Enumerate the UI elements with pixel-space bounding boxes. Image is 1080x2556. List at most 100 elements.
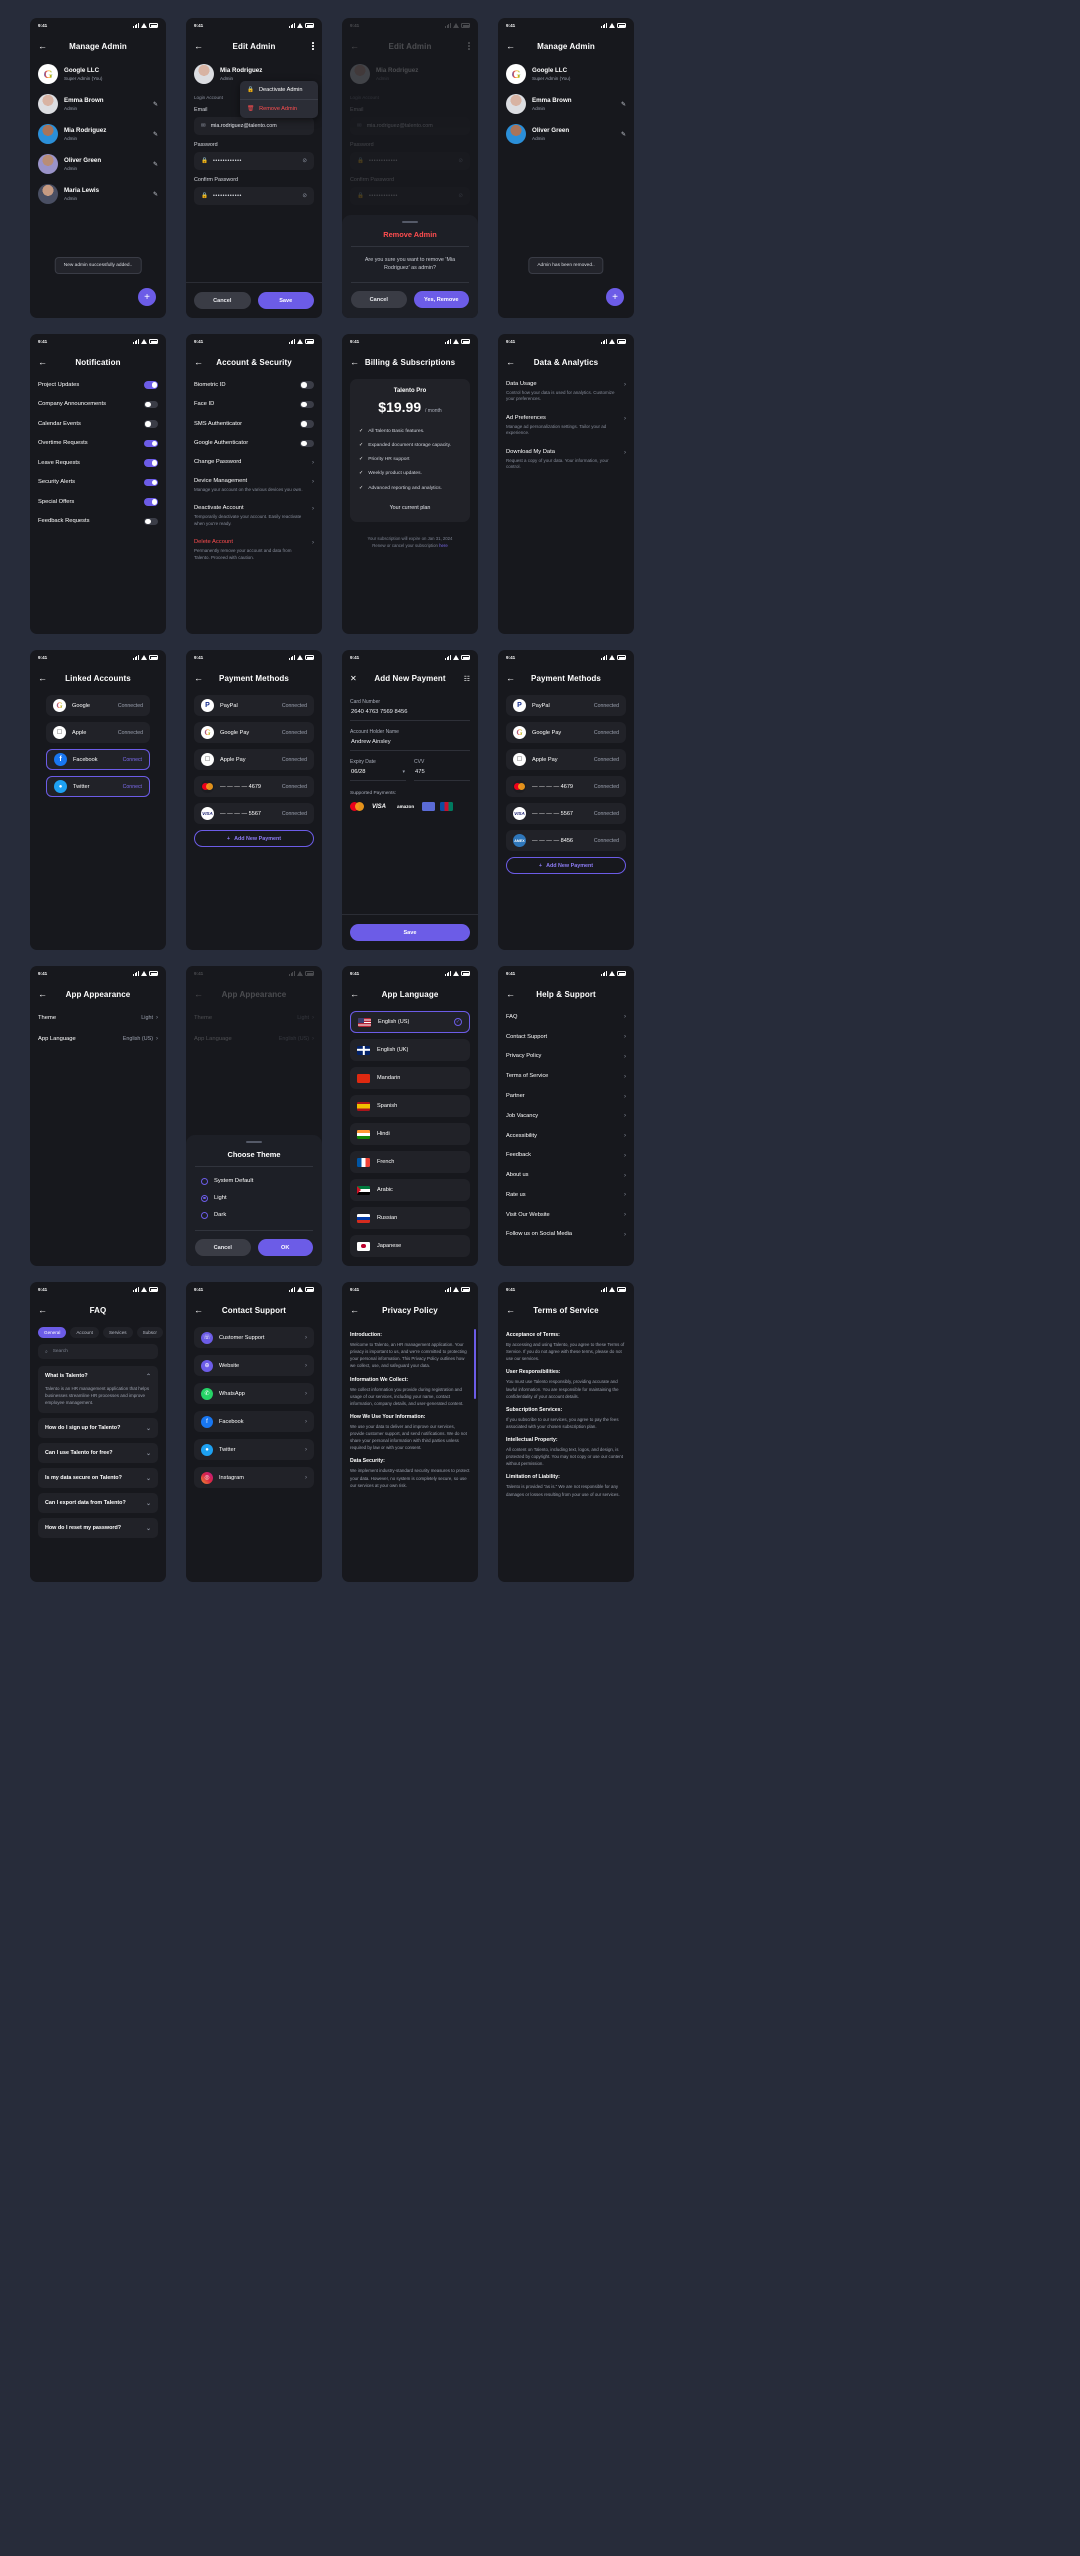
chevron-down-icon[interactable]: ⌄: [146, 1450, 151, 1457]
connection-state[interactable]: Connect: [123, 784, 142, 790]
admin-list-item[interactable]: Mia Rodriguez Admin ✎: [30, 119, 166, 149]
add-admin-fab[interactable]: +: [606, 288, 624, 306]
theme-option[interactable]: System Default: [199, 1173, 309, 1190]
payment-method-row[interactable]: — — — — 4679 Connected: [194, 776, 314, 797]
payment-method-row[interactable]: P PayPal Connected: [506, 695, 626, 716]
language-row[interactable]: Japanese: [350, 1235, 470, 1257]
support-row[interactable]: Visit Our Website ›: [498, 1205, 634, 1225]
language-row[interactable]: App Language English (US) ›: [30, 1028, 166, 1049]
linked-account-row[interactable]: f Facebook Connect: [46, 749, 150, 770]
faq-item[interactable]: Is my data secure on Talento? ⌄: [38, 1467, 158, 1488]
holder-name-input[interactable]: Andrew Ainsley: [350, 739, 470, 751]
language-row[interactable]: Arabic: [350, 1179, 470, 1201]
payment-method-row[interactable]: G Google Pay Connected: [506, 722, 626, 743]
notification-row[interactable]: Leave Requests: [30, 453, 166, 473]
save-button[interactable]: Save: [350, 924, 470, 941]
payment-method-row[interactable]: AMEX — — — — 8456 Connected: [506, 830, 626, 851]
faq-item[interactable]: Can I export data from Talento? ⌄: [38, 1492, 158, 1513]
notification-row[interactable]: Overtime Requests: [30, 434, 166, 454]
faq-item[interactable]: Can I use Talento for free? ⌄: [38, 1442, 158, 1463]
faq-category-chip[interactable]: General: [38, 1327, 67, 1338]
support-row[interactable]: Accessibility ›: [498, 1126, 634, 1146]
back-button[interactable]: ←: [38, 989, 47, 999]
toggle-switch[interactable]: [144, 400, 158, 408]
support-row[interactable]: FAQ ›: [498, 1007, 634, 1027]
chevron-down-icon[interactable]: ⌄: [146, 1500, 151, 1507]
admin-list-item[interactable]: Maria Lewis Admin ✎: [30, 179, 166, 209]
add-admin-fab[interactable]: +: [138, 288, 156, 306]
save-button[interactable]: Save: [257, 292, 314, 309]
edit-icon[interactable]: ✎: [621, 101, 626, 108]
language-row[interactable]: Mandarin: [350, 1067, 470, 1089]
support-row[interactable]: Contact Support ›: [498, 1027, 634, 1047]
language-row[interactable]: Spanish: [350, 1095, 470, 1117]
back-button[interactable]: ←: [194, 1305, 203, 1315]
faq-category-chip[interactable]: Services: [102, 1327, 133, 1338]
radio-button[interactable]: [201, 1194, 208, 1202]
confirm-password-field[interactable]: 🔒 •••••••••••• ⊘: [194, 187, 314, 205]
remove-admin-item[interactable]: 🗑 Remove Admin: [240, 99, 318, 118]
deactivate-admin-item[interactable]: 🔒 Deactivate Admin: [240, 81, 318, 99]
admin-list-item[interactable]: G Google LLC Super Admin (You): [498, 59, 634, 89]
support-row[interactable]: Privacy Policy ›: [498, 1047, 634, 1067]
back-button[interactable]: ←: [194, 989, 203, 999]
security-toggle-row[interactable]: Google Authenticator: [186, 434, 322, 454]
payment-method-row[interactable]: — — — — 4679 Connected: [506, 776, 626, 797]
toggle-switch[interactable]: [144, 478, 158, 486]
support-row[interactable]: About us ›: [498, 1165, 634, 1185]
connection-state[interactable]: Connected: [118, 703, 143, 709]
admin-list-item[interactable]: Oliver Green Admin ✎: [30, 149, 166, 179]
edit-icon[interactable]: ✎: [153, 161, 158, 168]
close-button[interactable]: ✕: [350, 674, 357, 683]
cancel-button[interactable]: Cancel: [195, 1239, 251, 1256]
faq-category-chip[interactable]: Subscr: [136, 1327, 163, 1338]
password-field[interactable]: 🔒 •••••••••••• ⊘: [194, 152, 314, 170]
drag-handle[interactable]: [246, 1141, 262, 1143]
linked-account-row[interactable]: G Google Connected: [46, 695, 150, 716]
scan-card-icon[interactable]: ☷: [464, 676, 470, 683]
support-row[interactable]: Partner ›: [498, 1086, 634, 1106]
contact-row[interactable]: ◎ Instagram ›: [194, 1467, 314, 1488]
toggle-password-visibility[interactable]: ⊘: [302, 193, 307, 199]
payment-method-row[interactable]: P PayPal Connected: [194, 695, 314, 716]
toggle-switch[interactable]: [300, 381, 314, 389]
language-row[interactable]: French: [350, 1151, 470, 1173]
toggle-switch[interactable]: [144, 459, 158, 467]
theme-option[interactable]: Light: [199, 1190, 309, 1207]
toggle-switch[interactable]: [144, 420, 158, 428]
security-toggle-row[interactable]: SMS Authenticator: [186, 414, 322, 434]
back-button[interactable]: ←: [38, 1305, 47, 1315]
back-button[interactable]: ←: [350, 357, 359, 367]
more-options-button[interactable]: [468, 42, 470, 50]
support-row[interactable]: Job Vacancy ›: [498, 1106, 634, 1126]
radio-button[interactable]: [201, 1177, 208, 1185]
notification-row[interactable]: Company Announcements: [30, 395, 166, 415]
contact-row[interactable]: ✆ WhatsApp ›: [194, 1383, 314, 1404]
back-button[interactable]: ←: [38, 357, 47, 367]
faq-item[interactable]: How do I sign up for Talento? ⌄: [38, 1417, 158, 1438]
toggle-password-visibility[interactable]: ⊘: [302, 158, 307, 164]
payment-method-row[interactable]: G Google Pay Connected: [194, 722, 314, 743]
theme-row[interactable]: Theme Light ›: [186, 1007, 322, 1028]
contact-row[interactable]: ● Twitter ›: [194, 1439, 314, 1460]
support-row[interactable]: Terms of Service ›: [498, 1066, 634, 1086]
back-button[interactable]: ←: [38, 673, 47, 683]
linked-account-row[interactable]: Apple Connected: [46, 722, 150, 743]
payment-method-row[interactable]: VISA — — — — 5567 Connected: [194, 803, 314, 824]
notification-row[interactable]: Security Alerts: [30, 473, 166, 493]
renew-link[interactable]: here: [439, 543, 448, 548]
contact-row[interactable]: f Facebook ›: [194, 1411, 314, 1432]
security-link-row[interactable]: Change Password ›: [186, 453, 322, 472]
back-button[interactable]: ←: [194, 41, 203, 51]
back-button[interactable]: ←: [506, 41, 515, 51]
security-link-row[interactable]: Deactivate Account Temporarily deactivat…: [186, 499, 322, 533]
security-link-row[interactable]: Delete Account Permanently remove your a…: [186, 533, 322, 567]
contact-row[interactable]: ⊕ Website ›: [194, 1355, 314, 1376]
card-number-input[interactable]: 2640 4763 7569 8456: [350, 709, 470, 721]
back-button[interactable]: ←: [506, 1305, 515, 1315]
data-link-row[interactable]: Download My Data Request a copy of your d…: [498, 443, 634, 477]
chevron-up-icon[interactable]: ⌃: [146, 1373, 151, 1380]
search-input[interactable]: ⌕ Search: [38, 1344, 158, 1359]
support-row[interactable]: Feedback ›: [498, 1145, 634, 1165]
confirm-remove-button[interactable]: Yes, Remove: [413, 291, 469, 308]
